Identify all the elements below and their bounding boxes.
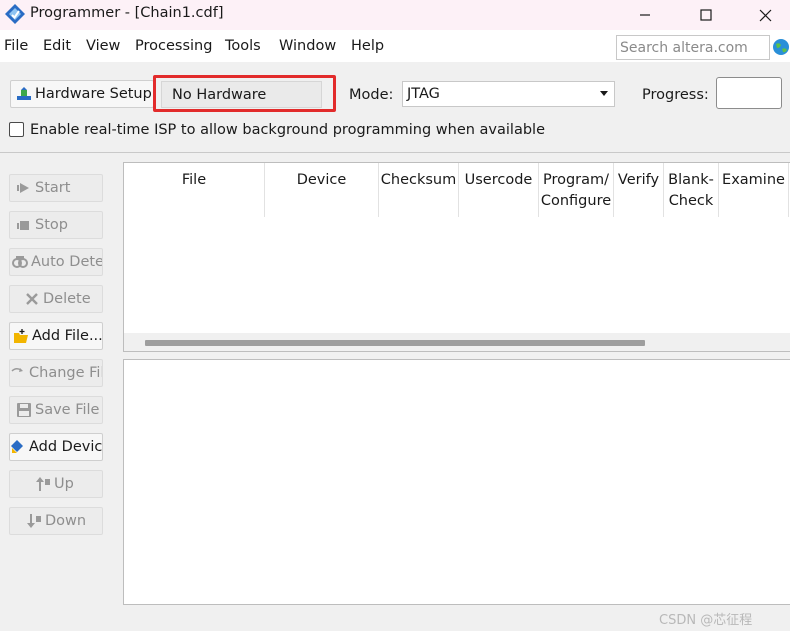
horizontal-scrollbar[interactable] [124,333,790,351]
device-chain-table[interactable]: File Device Checksum Usercode Program/Co… [123,162,790,352]
start-label: Start [35,180,71,196]
progress-bar [716,77,782,109]
mode-value: JTAG [407,86,440,102]
delete-label: Delete [43,291,91,307]
column-header-device[interactable]: Device [265,163,379,217]
down-icon [27,514,41,528]
toolbar-divider [0,152,790,153]
down-button[interactable]: Down [9,507,103,535]
change-file-icon [11,367,23,372]
globe-icon[interactable] [772,38,790,56]
column-header-examine[interactable]: Examine [719,163,789,217]
minimize-button[interactable] [616,0,674,30]
menu-help[interactable]: Help [351,38,384,54]
add-device-button[interactable]: Add Device... [9,433,103,461]
menu-view[interactable]: View [86,38,120,54]
add-file-icon [14,329,28,343]
menu-processing[interactable]: Processing [135,38,212,54]
change-file-button[interactable]: Change File... [9,359,103,387]
column-header-blank-check[interactable]: Blank- Check [664,163,719,217]
hardware-setup-icon [17,87,31,100]
chevron-down-icon [600,91,608,96]
play-icon [17,183,29,193]
watermark: CSDN @芯征程 [659,613,753,628]
save-file-button[interactable]: Save File [9,396,103,424]
up-label: Up [54,476,74,492]
close-button[interactable] [736,0,790,30]
column-header-checksum[interactable]: Checksum [379,163,459,217]
menu-edit[interactable]: Edit [43,38,71,54]
isp-checkbox-label: Enable real-time ISP to allow background… [30,122,545,138]
search-input[interactable]: Search altera.com [616,35,770,60]
stop-button[interactable]: Stop [9,211,103,239]
isp-checkbox[interactable] [9,122,24,137]
hardware-setup-label: Hardware Setup... [35,86,154,102]
chain-diagram-panel[interactable] [123,359,790,605]
save-file-label: Save File [35,402,100,418]
add-device-icon [11,440,23,453]
progress-label: Progress: [642,87,709,103]
stop-label: Stop [35,217,68,233]
menu-file[interactable]: File [4,38,28,54]
down-label: Down [45,513,87,529]
up-button[interactable]: Up [9,470,103,498]
menu-window[interactable]: Window [279,38,336,54]
delete-icon [26,293,38,305]
up-icon [36,477,50,491]
column-header-usercode[interactable]: Usercode [459,163,539,217]
auto-detect-icon [12,256,28,268]
auto-detect-label: Auto Detect [31,254,102,270]
start-button[interactable]: Start [9,174,103,202]
column-header-program-configure[interactable]: Program/Configure [539,163,614,217]
maximize-icon [700,9,712,21]
window-title: Programmer - [Chain1.cdf] [30,5,224,21]
mode-label: Mode: [349,87,394,103]
delete-button[interactable]: Delete [9,285,103,313]
mode-select[interactable]: JTAG [402,81,615,107]
add-file-button[interactable]: Add File... [9,322,103,350]
close-icon [759,9,771,21]
add-device-label: Add Device... [29,439,103,455]
save-icon [17,403,31,417]
change-file-label: Change File... [29,365,103,381]
column-header-verify[interactable]: Verify [614,163,664,217]
maximize-button[interactable] [677,0,735,30]
title-bar[interactable]: Programmer - [Chain1.cdf] [0,0,790,30]
programmer-app-icon [5,4,25,24]
hardware-setup-button[interactable]: Hardware Setup... [10,80,154,108]
scrollbar-thumb[interactable] [145,340,645,346]
add-file-label: Add File... [32,328,103,344]
menu-tools[interactable]: Tools [225,38,261,54]
stop-icon [17,221,29,230]
auto-detect-button[interactable]: Auto Detect [9,248,103,276]
hardware-highlight-box [153,75,336,112]
minimize-icon [640,14,650,16]
column-header-file[interactable]: File [124,163,265,217]
